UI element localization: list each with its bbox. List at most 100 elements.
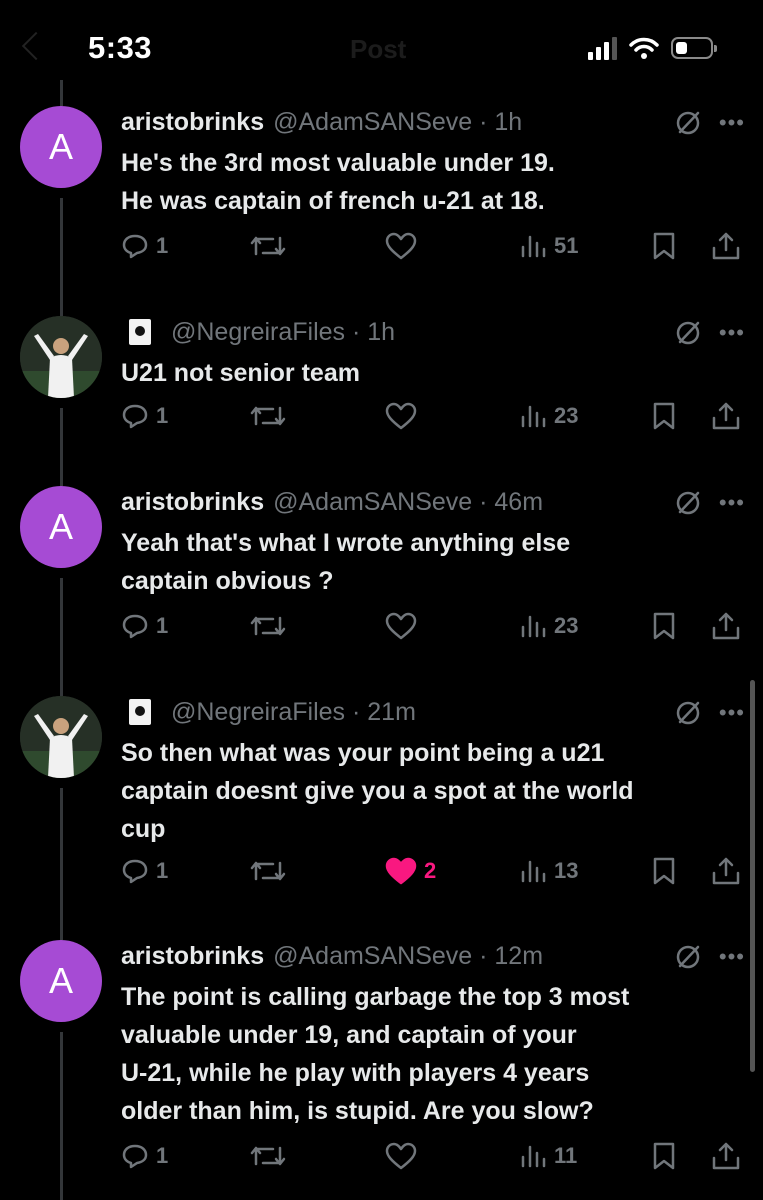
grok-icon[interactable] xyxy=(675,700,701,726)
bookmark-button[interactable] xyxy=(651,396,677,436)
avatar[interactable] xyxy=(20,696,102,778)
grok-icon[interactable] xyxy=(675,944,701,970)
views-button[interactable]: 51 xyxy=(519,226,578,266)
tweet-content: aristobrinks @AdamSANSeve · 12m The poin… xyxy=(121,940,721,1130)
like-button[interactable]: 2 xyxy=(385,851,436,891)
tweet-top-icons: ••• xyxy=(675,320,745,346)
share-button[interactable] xyxy=(711,606,741,646)
status-bar: Post 5:33 xyxy=(0,0,763,100)
avatar[interactable]: A xyxy=(20,486,102,568)
bookmark-button[interactable] xyxy=(651,226,677,266)
display-name[interactable]: aristobrinks xyxy=(121,106,264,138)
tweet-top-icons: ••• xyxy=(675,110,745,136)
repost-button[interactable] xyxy=(249,1136,287,1176)
tweet-header: aristobrinks @AdamSANSeve · 46m xyxy=(121,486,721,518)
view-count: 51 xyxy=(554,233,579,258)
user-handle[interactable]: @NegreiraFiles xyxy=(171,696,345,728)
repost-button[interactable] xyxy=(249,226,287,266)
tweet-time[interactable]: · 21m xyxy=(345,696,416,728)
view-count: 13 xyxy=(554,858,579,883)
like-button[interactable] xyxy=(385,396,424,436)
tweet-actions: 1 23 xyxy=(121,396,746,436)
thread-line xyxy=(60,788,63,940)
share-button[interactable] xyxy=(711,396,741,436)
reply-count: 1 xyxy=(156,403,169,428)
battery-icon xyxy=(671,37,717,59)
display-name[interactable]: aristobrinks xyxy=(121,940,264,972)
reply-icon xyxy=(122,234,148,259)
user-handle[interactable]: @AdamSANSeve xyxy=(273,486,472,518)
tweet-header: @NegreiraFiles · 1h xyxy=(121,316,721,348)
more-options-icon[interactable]: ••• xyxy=(719,112,745,134)
reply-button[interactable]: 1 xyxy=(121,606,168,646)
thread-line xyxy=(60,80,63,106)
tweet-time[interactable]: · 1h xyxy=(472,106,522,138)
like-button[interactable] xyxy=(385,1136,424,1176)
profile-photo-icon xyxy=(20,316,102,398)
more-options-icon[interactable]: ••• xyxy=(719,492,745,514)
thread-line xyxy=(60,408,63,486)
views-button[interactable]: 23 xyxy=(519,606,578,646)
bookmark-button[interactable] xyxy=(651,1136,677,1176)
scrollbar[interactable] xyxy=(750,680,755,1072)
repost-button[interactable] xyxy=(249,851,287,891)
display-name[interactable]: aristobrinks xyxy=(121,486,264,518)
bookmark-icon xyxy=(653,1142,675,1170)
user-handle[interactable]: @NegreiraFiles xyxy=(171,316,345,348)
profile-emoji-icon xyxy=(129,319,151,345)
tweet-text: Yeah that's what I wrote anything else c… xyxy=(121,529,571,595)
reply-icon xyxy=(122,404,148,429)
more-options-icon[interactable]: ••• xyxy=(719,322,745,344)
user-handle[interactable]: @AdamSANSeve xyxy=(273,940,472,972)
reply-button[interactable]: 1 xyxy=(121,226,168,266)
reply-icon xyxy=(122,1144,148,1169)
share-button[interactable] xyxy=(711,851,741,891)
tweet-top-icons: ••• xyxy=(675,490,745,516)
views-button[interactable]: 13 xyxy=(519,851,578,891)
view-count: 23 xyxy=(554,613,579,638)
profile-emoji-icon xyxy=(129,699,151,725)
tweet-content: @NegreiraFiles · 21m So then what was yo… xyxy=(121,696,721,848)
avatar[interactable] xyxy=(20,316,102,398)
tweet-actions: 1 23 xyxy=(121,606,746,646)
heart-icon xyxy=(385,857,417,885)
like-button[interactable] xyxy=(385,606,424,646)
back-arrow-icon[interactable] xyxy=(21,31,51,61)
avatar[interactable]: A xyxy=(20,940,102,1022)
tweet-top-icons: ••• xyxy=(675,700,745,726)
header-title: Post xyxy=(350,34,407,64)
tweet-time[interactable]: · 46m xyxy=(472,486,543,518)
views-icon xyxy=(521,615,546,638)
like-button[interactable] xyxy=(385,226,424,266)
repost-icon xyxy=(250,406,286,426)
share-icon xyxy=(712,1142,740,1170)
avatar[interactable]: A xyxy=(20,106,102,188)
grok-icon[interactable] xyxy=(675,320,701,346)
thread-line xyxy=(60,198,63,316)
repost-button[interactable] xyxy=(249,606,287,646)
more-options-icon[interactable]: ••• xyxy=(719,946,745,968)
tweet-text: The point is calling garbage the top 3 m… xyxy=(121,983,630,1125)
user-handle[interactable]: @AdamSANSeve xyxy=(273,106,472,138)
share-button[interactable] xyxy=(711,1136,741,1176)
reply-button[interactable]: 1 xyxy=(121,396,168,436)
tweet-time[interactable]: · 12m xyxy=(472,940,543,972)
tweet-text: U21 not senior team xyxy=(121,359,360,387)
tweet-content: @NegreiraFiles · 1h U21 not senior team xyxy=(121,316,721,392)
views-button[interactable]: 23 xyxy=(519,396,578,436)
grok-icon[interactable] xyxy=(675,110,701,136)
share-button[interactable] xyxy=(711,226,741,266)
views-button[interactable]: 11 xyxy=(519,1136,577,1176)
reply-button[interactable]: 1 xyxy=(121,851,168,891)
tweet-header: aristobrinks @AdamSANSeve · 12m xyxy=(121,940,721,972)
grok-icon[interactable] xyxy=(675,490,701,516)
tweet-actions: 1 51 xyxy=(121,226,746,266)
like-count: 2 xyxy=(424,858,437,883)
reply-button[interactable]: 1 xyxy=(121,1136,168,1176)
bookmark-button[interactable] xyxy=(651,606,677,646)
more-options-icon[interactable]: ••• xyxy=(719,702,745,724)
repost-button[interactable] xyxy=(249,396,287,436)
reply-count: 1 xyxy=(156,233,169,258)
bookmark-button[interactable] xyxy=(651,851,677,891)
tweet-time[interactable]: · 1h xyxy=(345,316,395,348)
